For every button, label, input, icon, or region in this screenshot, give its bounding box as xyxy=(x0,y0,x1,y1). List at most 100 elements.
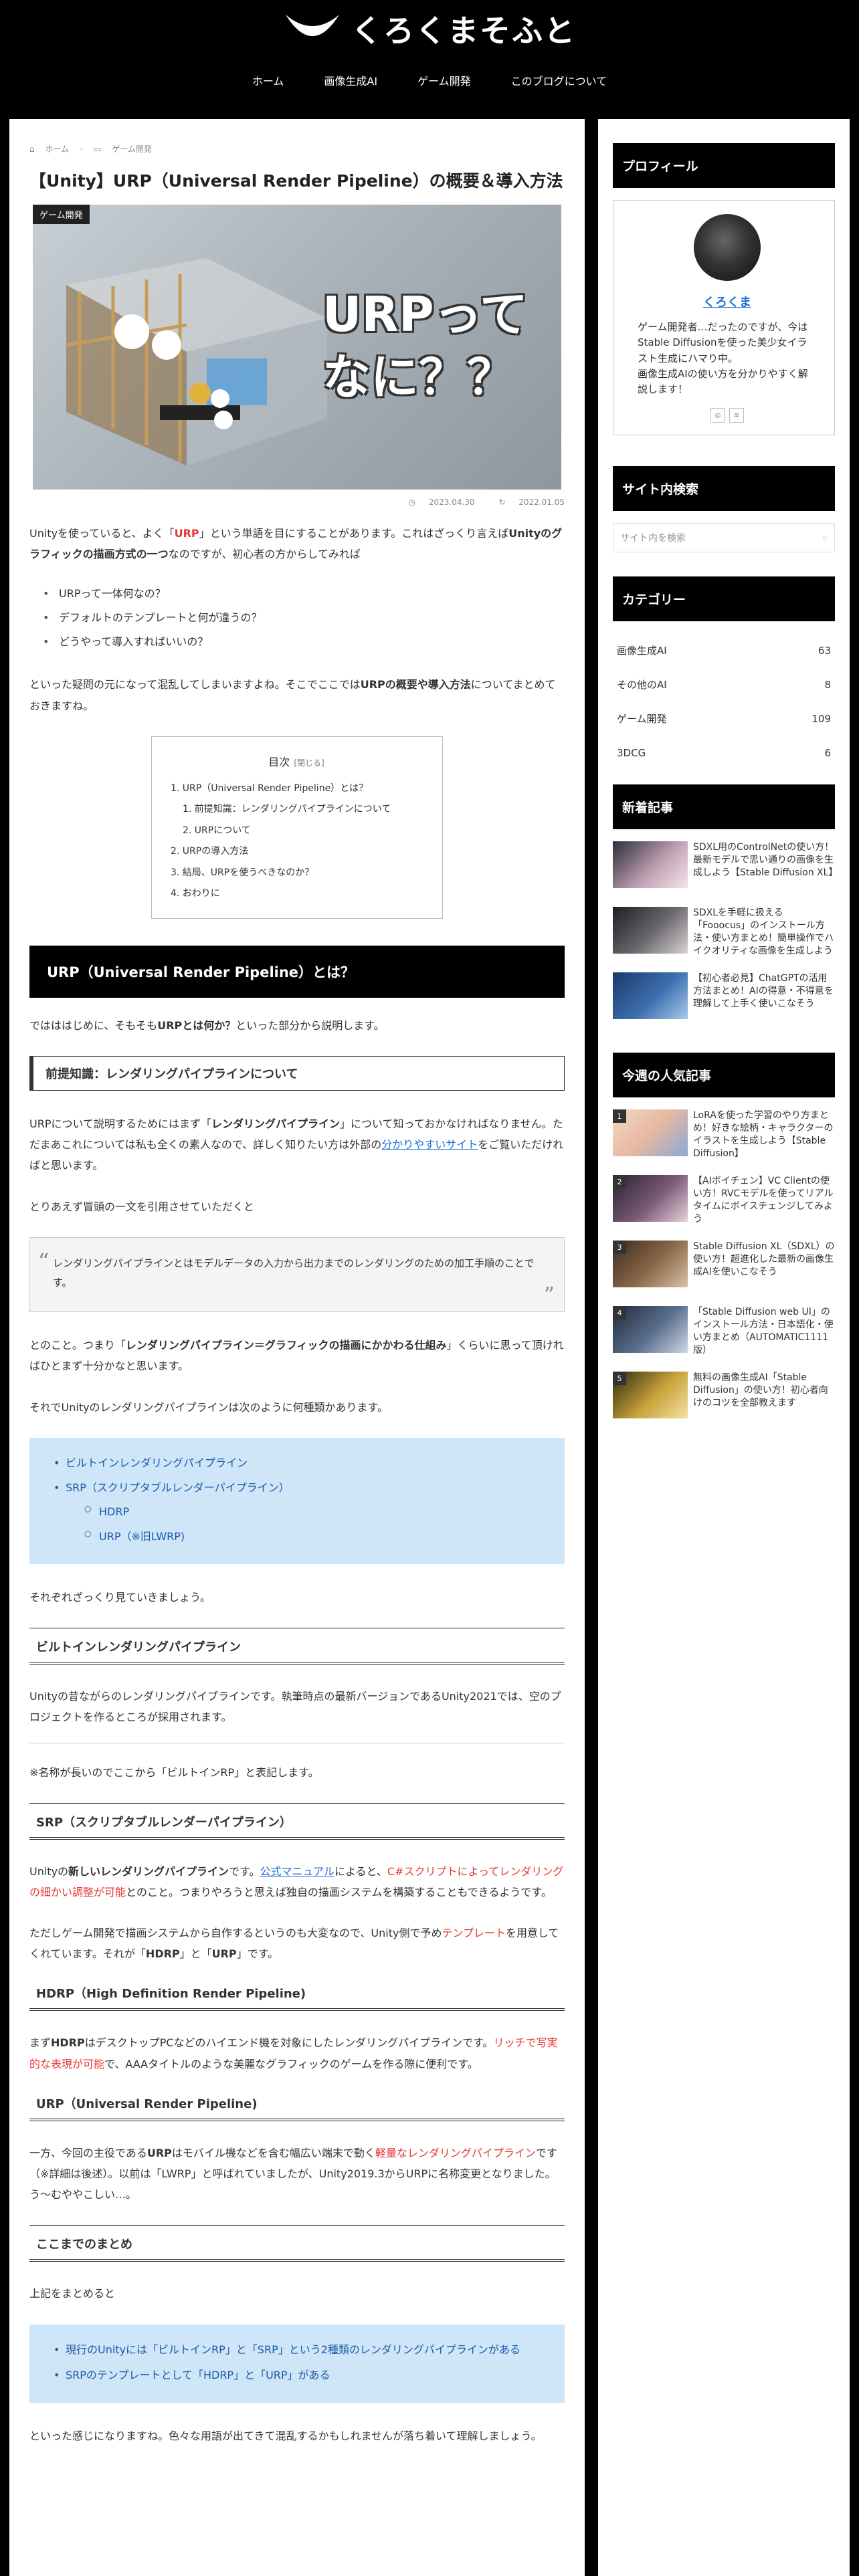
toc-link[interactable]: 1. 前提知識：レンダリングパイプラインについて xyxy=(183,804,391,815)
eyecatch-image: ゲーム開発 URPって なに？？ xyxy=(33,205,561,490)
list-item: SRPのテンプレートとして「HDRP」と「URP」がある xyxy=(45,2363,549,2388)
bold-text: URPの概要や導入方法 xyxy=(360,678,471,691)
pipeline-paragraph-4: それでUnityのレンダリングパイプラインは次のように何種類かあります。 xyxy=(29,1400,388,1414)
nav-about[interactable]: このブログについて xyxy=(491,72,628,88)
text: 」と「 xyxy=(179,1947,212,1961)
text: といった部分から説明します。 xyxy=(235,1018,385,1032)
rss-icon[interactable]: ≋ xyxy=(729,408,744,423)
refresh-icon: ↻ xyxy=(498,498,506,507)
nav-image-ai[interactable]: 画像生成AI xyxy=(304,72,397,88)
toc-link[interactable]: 1. URP（Universal Render Pipeline）とは？ xyxy=(171,783,368,794)
new-post-item[interactable]: SDXL用のControlNetの使い方！最新モデルで思い通りの画像を生成しよう… xyxy=(613,841,838,897)
popular-post-item[interactable]: 5 無料の画像生成AI「Stable Diffusion」の使い方！初心者向けの… xyxy=(613,1372,835,1430)
category-badge[interactable]: ゲーム開発 xyxy=(33,205,90,224)
category-name: その他のAI xyxy=(617,679,667,691)
urp-heading: URP（Universal Render Pipeline) xyxy=(29,2095,565,2121)
post-thumbnail: 1 xyxy=(613,1109,688,1157)
category-item[interactable]: ゲーム開発 109 xyxy=(613,702,835,736)
text: ではははじめに、そもそも xyxy=(29,1018,158,1032)
pipeline-paragraph-2: とりあえず冒頭の一文を引用させていただくと xyxy=(29,1200,255,1213)
category-item[interactable]: 3DCG 6 xyxy=(613,736,835,770)
breadcrumb-category[interactable]: ゲーム開発 xyxy=(112,143,152,154)
globe-icon[interactable]: ◎ xyxy=(710,408,725,423)
popular-post-item[interactable]: 4 「Stable Diffusion web UI」のインストール方法・日本語… xyxy=(613,1306,835,1365)
pipeline-paragraph-5: それぞれざっくり見ていきましょう。 xyxy=(29,1590,211,1604)
category-count: 63 xyxy=(818,644,831,657)
post-title: Stable Diffusion XL（SDXL）の使い方！超進化した最新の画像… xyxy=(693,1241,835,1278)
published-date-text: 2023.04.30 xyxy=(428,498,475,507)
manual-link[interactable]: 公式マニュアル xyxy=(260,1865,335,1878)
toc-link[interactable]: 3. 結局、URPを使うべきなのか？ xyxy=(171,867,314,878)
post-thumbnail xyxy=(613,841,688,889)
home-icon: ⌂ xyxy=(29,144,35,154)
search-icon[interactable]: ⌕ xyxy=(822,532,828,543)
summary-heading: ここまでのまとめ xyxy=(29,2225,565,2262)
text: はデスクトップPCなどのハイエンド機を対象にしたレンダリングパイプラインです。 xyxy=(84,2036,494,2050)
text: で、AAAタイトルのような美麗なグラフィックのゲームを作る際に便利です。 xyxy=(104,2057,478,2070)
popular-post-item[interactable]: 2 【AIボイチェン】VC Clientの使い方！RVCモデルを使ってリアルタイ… xyxy=(613,1175,835,1234)
nav-home[interactable]: ホーム xyxy=(232,72,304,88)
highlight-text: テンプレート xyxy=(442,1927,506,1940)
hdrp-heading: HDRP（High Definition Render Pipeline) xyxy=(29,1984,565,2012)
toc-link[interactable]: 2. URPについて xyxy=(183,825,251,836)
popular-post-item[interactable]: 1 LoRAを使った学習のやり方まとめ！好きな絵柄・キャラクターのイラストを生成… xyxy=(613,1109,835,1168)
new-post-item[interactable]: 【初心者必見】ChatGPTの活用方法まとめ！AIの得意・不得意を理解して上手く… xyxy=(613,972,835,1029)
text: によると、 xyxy=(335,1864,387,1878)
post-dates: ◷ 2023.04.30 ↻ 2022.01.05 xyxy=(29,498,565,507)
list-item: HDRP xyxy=(45,1500,549,1525)
intro-paragraph-2: といった疑問の元になって混乱してしまいますよね。そこでここではURPの概要や導入… xyxy=(29,674,565,716)
toc-item[interactable]: 2. URPの導入方法 xyxy=(171,841,422,863)
eyecatch-line-1: URPって xyxy=(322,286,528,342)
intro-paragraph-1: Unityを使っていると、よく「URP」という単語を目にすることがあります。これ… xyxy=(29,523,565,564)
post-title: LoRAを使った学習のやり方まとめ！好きな絵柄・キャラクターのイラストを生成しよ… xyxy=(693,1110,834,1159)
category-item[interactable]: 画像生成AI 63 xyxy=(613,633,835,667)
external-link[interactable]: 分かりやすいサイト xyxy=(381,1138,478,1151)
toc-link[interactable]: 2. URPの導入方法 xyxy=(171,846,248,857)
new-post-item[interactable]: SDXLを手軽に扱える「Fooocus」のインストール方法・使い方まとめ！簡単操… xyxy=(613,907,835,963)
toc-item[interactable]: 2. URPについて xyxy=(171,821,422,842)
builtin-paragraph: Unityの昔ながらのレンダリングパイプラインです。執筆時点の最新バージョンであ… xyxy=(29,1690,561,1724)
text: はモバイル機などを含む幅広い端末で動く xyxy=(171,2146,375,2159)
bold-text: HDRP xyxy=(145,1947,180,1961)
popular-post-item[interactable]: 3 Stable Diffusion XL（SDXL）の使い方！超進化した最新の… xyxy=(613,1241,835,1299)
avatar xyxy=(694,214,761,281)
profile-links: ◎ ≋ xyxy=(638,408,817,423)
text: ただしゲーム開発で描画システムから自作するというのも大変なので、Unity側で予… xyxy=(29,1927,442,1940)
summary-paragraph: 上記をまとめると xyxy=(29,2287,116,2300)
profile-card: くろくま ゲーム開発者…だったのですが、今はStable Diffusionを使… xyxy=(613,200,835,436)
srp-paragraph-2: ただしゲーム開発で描画システムから自作するというのも大変なので、Unity側で予… xyxy=(29,1923,565,1964)
category-name: 画像生成AI xyxy=(617,645,667,657)
popular-widget-title: 今週の人気記事 xyxy=(613,1053,835,1098)
hdrp-paragraph: まずHDRPはデスクトップPCなどのハイエンド機を対象にしたレンダリングパイプラ… xyxy=(29,2032,565,2074)
category-count: 8 xyxy=(824,678,831,691)
section-heading: URP（Universal Render Pipeline）とは？ xyxy=(29,945,565,998)
site-logo[interactable]: くろくまそふと xyxy=(0,7,859,51)
category-item[interactable]: その他のAI 8 xyxy=(613,667,835,702)
toc-item[interactable]: 4. おわりに xyxy=(171,883,422,905)
post-title: 「Stable Diffusion web UI」のインストール方法・日本語化・… xyxy=(693,1307,834,1356)
highlight-text: 軽量なレンダリングパイプライン xyxy=(375,2146,536,2159)
post-title: SDXLを手軽に扱える「Fooocus」のインストール方法・使い方まとめ！簡単操… xyxy=(693,907,834,956)
eyecatch-caption: URPって なに？？ xyxy=(322,284,528,409)
breadcrumb-home[interactable]: ホーム xyxy=(45,143,70,154)
category-count: 109 xyxy=(812,712,831,725)
toc-item[interactable]: 3. 結局、URPを使うべきなのか？ xyxy=(171,863,422,884)
text: まず xyxy=(29,2036,52,2050)
toc-item[interactable]: 1. 前提知識：レンダリングパイプラインについて xyxy=(171,799,422,821)
text: Unityを使っていると、よく「 xyxy=(29,527,175,540)
bold-text: URPとは何か？ xyxy=(157,1018,236,1032)
list-item: どうやって導入すればいいの？ xyxy=(43,630,565,654)
post-title: 無料の画像生成AI「Stable Diffusion」の使い方！初心者向けのコツ… xyxy=(693,1372,828,1409)
site-search[interactable]: サイト内を検索 ⌕ xyxy=(613,523,835,553)
question-list: URPって一体何なの？ デフォルトのテンプレートと何が違うの？ どうやって導入す… xyxy=(43,582,565,654)
nav-game-dev[interactable]: ゲーム開発 xyxy=(397,72,491,88)
page-title: 【Unity】URP（Universal Render Pipeline）の概要… xyxy=(29,171,563,191)
toc-item[interactable]: 1. URP（Universal Render Pipeline）とは？ xyxy=(171,778,422,800)
profile-name[interactable]: くろくま xyxy=(638,293,817,310)
updated-date: ↻ 2022.01.05 xyxy=(488,498,565,507)
search-input[interactable]: サイト内を検索 xyxy=(620,531,686,544)
toc-toggle[interactable]: [閉じる] xyxy=(294,758,324,768)
text: URPについて説明するためにはまず「 xyxy=(29,1117,211,1130)
toc-link[interactable]: 4. おわりに xyxy=(171,888,220,899)
text: 一方、今回の主役である xyxy=(29,2146,147,2159)
